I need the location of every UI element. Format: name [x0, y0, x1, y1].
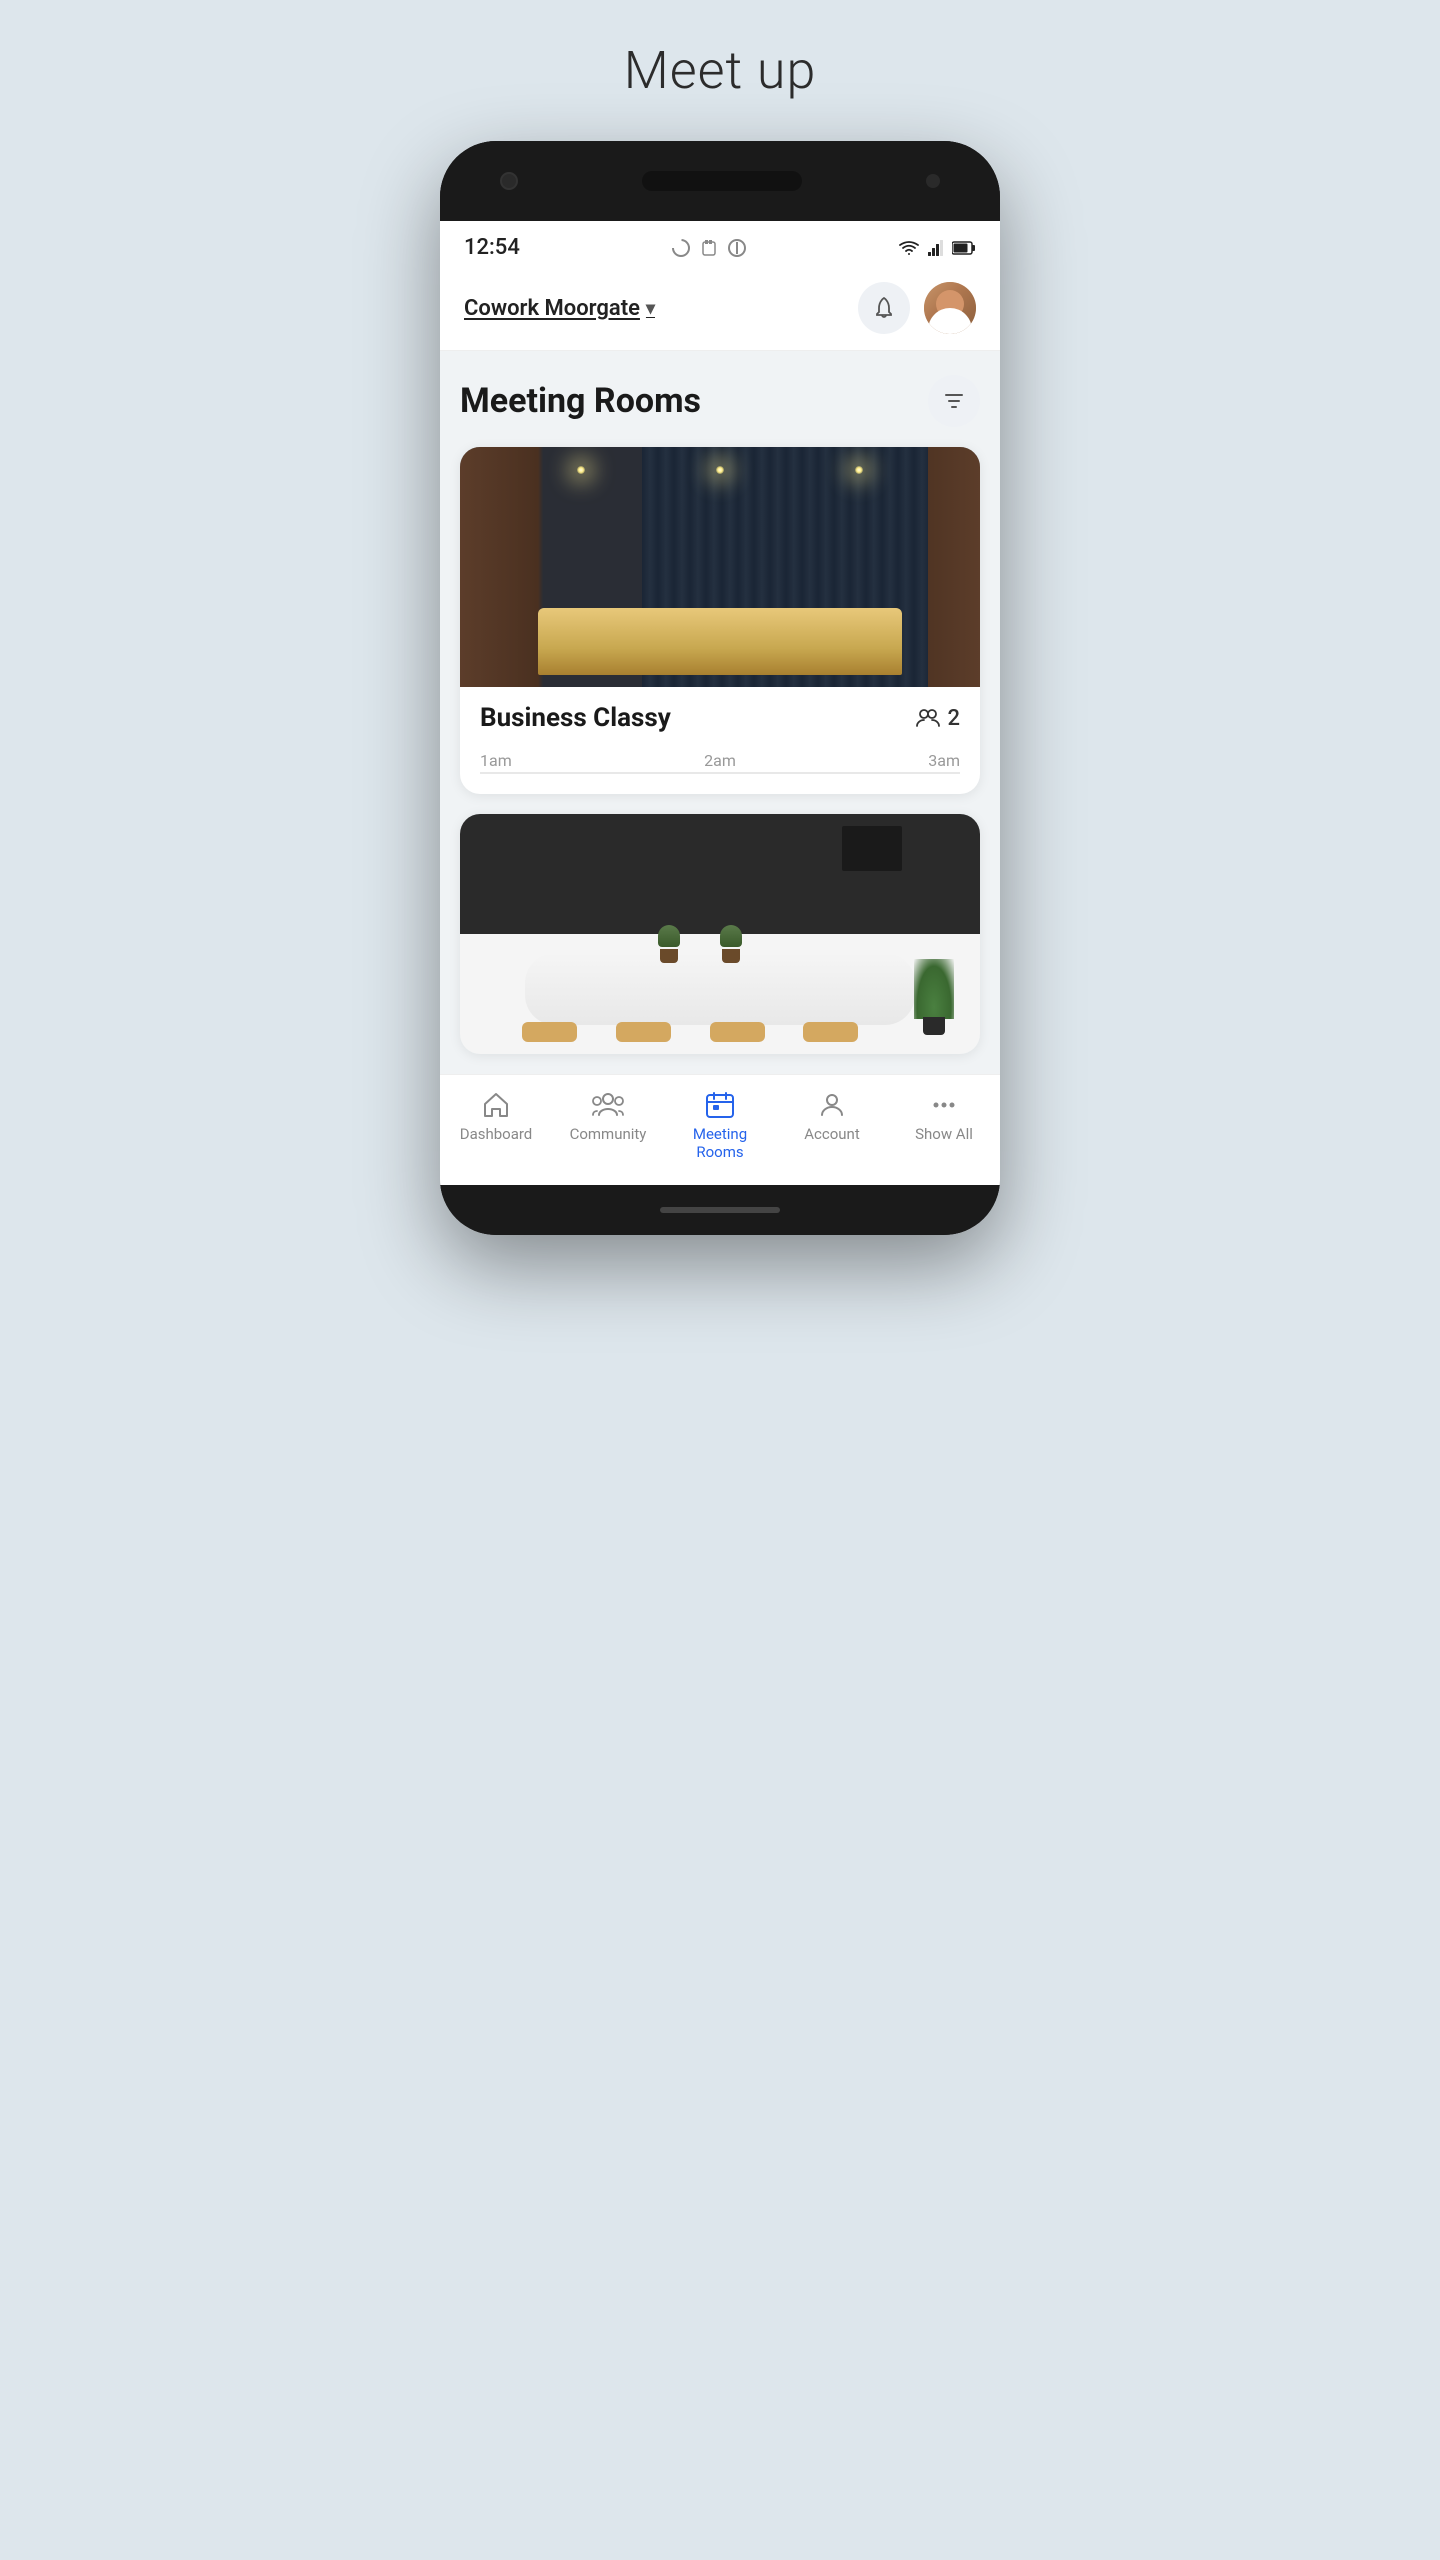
- chevron-down-icon: ▾: [646, 298, 655, 319]
- phone-top-bezel: [440, 141, 1000, 221]
- home-indicator: [660, 1207, 780, 1213]
- room-name-1: Business Classy: [480, 703, 671, 733]
- phone-sensor: [926, 174, 940, 188]
- calendar-icon: [705, 1091, 735, 1119]
- timeline-1: 1am 2am 3am: [480, 747, 960, 774]
- user-avatar[interactable]: [924, 282, 976, 334]
- room-card-1[interactable]: Business Classy 2 1am: [460, 447, 980, 794]
- phone-frame: 12:54: [440, 141, 1000, 1235]
- phone-speaker: [642, 171, 802, 191]
- filter-button[interactable]: [928, 375, 980, 427]
- nav-item-community[interactable]: Community: [563, 1091, 653, 1143]
- avatar-image: [924, 282, 976, 334]
- bell-icon: [872, 296, 896, 320]
- timeline-line: [480, 772, 960, 774]
- wifi-icon: [898, 240, 920, 256]
- spinner-icon: [671, 238, 691, 258]
- status-right-icons: [898, 240, 976, 256]
- home-icon: [481, 1091, 511, 1119]
- notifications-button[interactable]: [858, 282, 910, 334]
- nav-item-dashboard[interactable]: Dashboard: [451, 1091, 541, 1143]
- room-image-1: [460, 447, 980, 687]
- status-time: 12:54: [464, 235, 520, 260]
- phone-camera: [500, 172, 518, 190]
- room-name-row-1: Business Classy 2: [480, 703, 960, 733]
- room-capacity-1: 2: [915, 706, 960, 731]
- nav-label-account: Account: [804, 1125, 860, 1143]
- section-header: Meeting Rooms: [460, 375, 980, 427]
- room-info-1: Business Classy 2 1am: [460, 687, 980, 794]
- status-app-icons: [671, 238, 747, 258]
- nav-item-show-all[interactable]: Show All: [899, 1091, 989, 1143]
- nav-label-show-all: Show All: [915, 1125, 973, 1143]
- timeline-label-3am: 3am: [928, 751, 960, 770]
- section-title: Meeting Rooms: [460, 381, 701, 421]
- timeline-label-1am: 1am: [480, 751, 512, 770]
- header-actions: [858, 282, 976, 334]
- room-image-2: [460, 814, 980, 1054]
- location-name: Cowork Moorgate: [464, 296, 640, 321]
- app-header: Cowork Moorgate ▾: [440, 268, 1000, 351]
- nav-item-meeting-rooms[interactable]: MeetingRooms: [675, 1091, 765, 1161]
- nav-item-account[interactable]: Account: [787, 1091, 877, 1143]
- app-title: Meet up: [624, 40, 817, 101]
- room-card-2[interactable]: [460, 814, 980, 1054]
- battery-icon: [952, 241, 976, 255]
- signal-icon: [928, 240, 944, 256]
- main-content: Meeting Rooms: [440, 351, 1000, 1054]
- account-icon: [818, 1091, 846, 1119]
- nav-label-community: Community: [570, 1125, 647, 1143]
- bottom-nav: Dashboard Community: [440, 1074, 1000, 1185]
- nav-label-meeting-rooms: MeetingRooms: [693, 1125, 747, 1161]
- timeline-label-2am: 2am: [704, 751, 736, 770]
- more-icon: [930, 1091, 958, 1119]
- location-selector[interactable]: Cowork Moorgate ▾: [464, 296, 655, 321]
- capacity-count-1: 2: [947, 706, 960, 731]
- filter-icon: [943, 390, 965, 412]
- phone-bottom-bezel: [440, 1185, 1000, 1235]
- status-bar: 12:54: [440, 221, 1000, 268]
- block-icon: [727, 238, 747, 258]
- sd-card-icon: [699, 240, 719, 256]
- community-icon: [591, 1091, 625, 1119]
- nav-label-dashboard: Dashboard: [460, 1125, 533, 1143]
- phone-screen: 12:54: [440, 221, 1000, 1185]
- people-icon: [915, 708, 941, 728]
